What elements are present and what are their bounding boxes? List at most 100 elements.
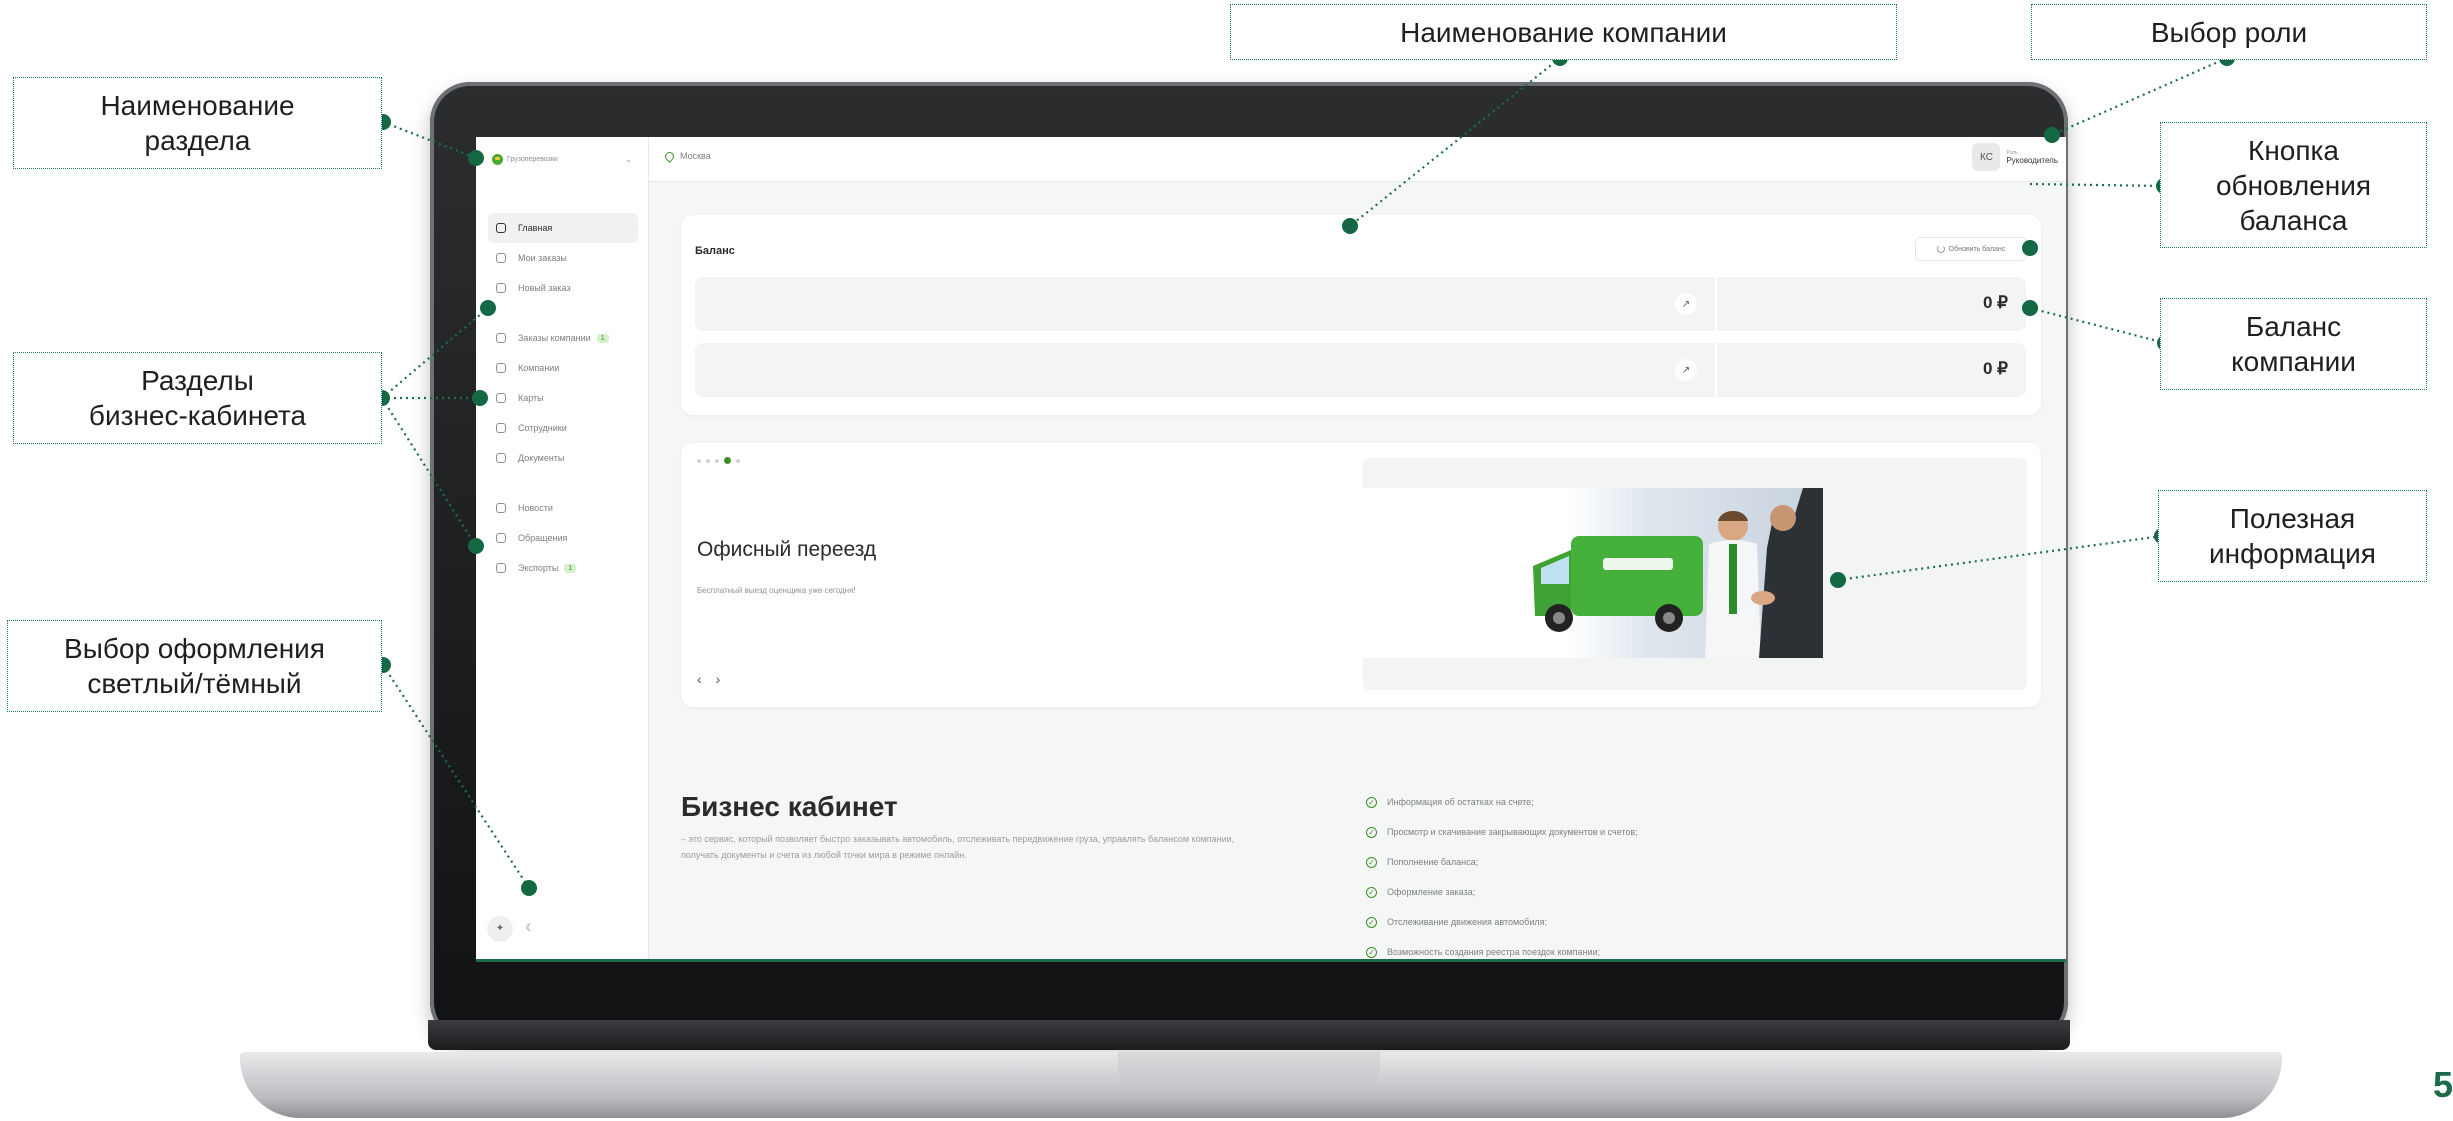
feature-text: Просмотр и скачивание закрывающих докуме…	[1387, 827, 1638, 837]
brand-name: Грузоперевозки	[507, 155, 558, 163]
sidebar-item-label: Экспорты	[518, 563, 559, 573]
promo-subtitle: Бесплатный выезд оценщика уже сегодня!	[697, 586, 856, 595]
sidebar-item-documents[interactable]: Документы	[488, 443, 638, 473]
business-description: – это сервис, который позволяет быстро з…	[681, 834, 1235, 860]
divider	[1715, 277, 1717, 331]
external-link-icon[interactable]: ↗	[1675, 359, 1697, 381]
refresh-balance-button[interactable]: Обновить баланс	[1915, 237, 2027, 261]
balance-amount: 0 ₽	[1983, 293, 2008, 312]
check-icon: ✓	[1366, 946, 1377, 958]
balance-row: ↗ 0 ₽	[695, 277, 2026, 331]
city-selector[interactable]: Москва	[663, 149, 711, 163]
sidebar-item-new-order[interactable]: Новый заказ	[488, 273, 638, 303]
documents-icon	[496, 453, 506, 463]
check-icon: ✓	[1366, 856, 1377, 868]
balance-row: ↗ 0 ₽	[695, 343, 2026, 397]
carousel-dot[interactable]	[715, 458, 719, 463]
sidebar-item-label: Новости	[518, 503, 553, 513]
sidebar-item-companies[interactable]: Компании	[488, 353, 638, 383]
employees-icon	[496, 423, 506, 433]
callout-refresh-button: Кнопка обновления баланса	[2160, 122, 2427, 248]
sidebar-item-my-orders[interactable]: Мои заказы	[488, 243, 638, 273]
top-bar: Москва КС Роль Руководитель	[649, 137, 2066, 182]
feature-text: Отслеживание движения автомобиля;	[1387, 917, 1547, 927]
list-item: ✓ Отслеживание движения автомобиля;	[1366, 907, 1966, 937]
callout-section-name: Наименование раздела	[13, 77, 382, 169]
callout-text: Наименование	[100, 90, 295, 121]
external-link-icon[interactable]: ↗	[1675, 293, 1697, 315]
sidebar-item-requests[interactable]: Обращения	[488, 523, 638, 553]
check-icon: ✓	[1366, 796, 1377, 808]
city-name: Москва	[680, 151, 711, 161]
role-text: Роль Руководитель	[2006, 150, 2058, 165]
callout-role-select: Выбор роли	[2031, 4, 2427, 60]
light-theme-icon[interactable]: ✦	[488, 916, 512, 940]
cards-icon	[496, 393, 506, 403]
role-name: Руководитель	[2006, 155, 2058, 165]
carousel-dot-active[interactable]	[724, 457, 731, 464]
balance-title: Баланс	[695, 245, 735, 257]
home-icon	[496, 223, 506, 233]
sidebar-item-company-orders[interactable]: Заказы компании 1	[488, 323, 638, 353]
carousel-dot[interactable]	[697, 458, 701, 463]
sidebar-item-label: Сотрудники	[518, 423, 567, 433]
role-selector[interactable]: КС Роль Руководитель	[1972, 143, 2058, 171]
list-item: ✓ Пополнение баланса;	[1366, 847, 1966, 877]
check-icon: ✓	[1366, 826, 1377, 838]
sidebar-item-label: Документы	[518, 453, 565, 463]
carousel-dot[interactable]	[706, 458, 710, 463]
companies-icon	[496, 363, 506, 373]
sidebar-item-label: Новый заказ	[518, 283, 571, 293]
callout-text: Баланс	[2245, 311, 2342, 342]
sidebar-item-label: Обращения	[518, 533, 568, 543]
callout-company-name: Наименование компании	[1230, 4, 1897, 60]
callout-useful-info: Полезная информация	[2158, 490, 2427, 582]
callout-text: Разделы	[141, 365, 254, 396]
app-screen: Грузоперевозки ⌄ Главная Мои заказы Новы…	[476, 137, 2066, 962]
company-orders-icon	[496, 333, 506, 343]
callout-theme: Выбор оформления светлый/тёмный	[7, 620, 382, 712]
laptop-hinge	[428, 1020, 2070, 1050]
count-badge: 1	[596, 333, 609, 343]
callout-text: бизнес-кабинета	[88, 400, 307, 431]
sidebar-item-label: Компании	[518, 363, 560, 373]
feature-text: Возможность создания реестра поездок ком…	[1387, 947, 1601, 957]
sidebar-item-news[interactable]: Новости	[488, 493, 638, 523]
list-item: ✓ Возможность создания реестра поездок ко…	[1366, 937, 1966, 959]
carousel-dot[interactable]	[736, 458, 740, 463]
news-icon	[496, 503, 506, 513]
sidebar-item-label: Мои заказы	[518, 253, 567, 263]
sidebar-item-employees[interactable]: Сотрудники	[488, 413, 638, 443]
next-arrow-icon[interactable]: ›	[716, 671, 721, 687]
prev-arrow-icon[interactable]: ‹	[697, 671, 702, 687]
sidebar-item-exports[interactable]: Экспорты 1	[488, 553, 638, 583]
promo-image-frame	[1363, 458, 2027, 690]
refresh-icon	[1936, 245, 1945, 253]
balance-amount: 0 ₽	[1983, 359, 2008, 378]
orders-icon	[496, 253, 506, 263]
refresh-label: Обновить баланс	[1948, 245, 2006, 253]
sidebar-item-home[interactable]: Главная	[488, 213, 638, 243]
page-number: 5	[2432, 1064, 2453, 1105]
carousel-dots	[697, 457, 740, 464]
section-selector[interactable]: Грузоперевозки ⌄	[492, 151, 632, 167]
sidebar-item-label: Карты	[518, 393, 544, 403]
list-item: ✓ Информация об остатках на счете;	[1366, 787, 1966, 817]
sidebar-item-cards[interactable]: Карты	[488, 383, 638, 413]
chevron-down-icon[interactable]: ⌄	[625, 155, 632, 164]
balance-card: Баланс Обновить баланс ↗ 0 ₽ ↗ 0 ₽	[681, 215, 2041, 415]
list-item: ✓ Просмотр и скачивание закрывающих докум…	[1366, 817, 1966, 847]
callout-text: Выбор оформления	[64, 633, 325, 664]
callout-text: компании	[2231, 346, 2356, 377]
callout-text: светлый/тёмный	[87, 668, 302, 699]
callout-text: Наименование компании	[1400, 16, 1727, 48]
carousel-nav: ‹ ›	[697, 671, 720, 687]
sidebar-item-label: Заказы компании	[518, 333, 591, 343]
feature-text: Пополнение баланса;	[1387, 857, 1479, 867]
avatar: КС	[1972, 143, 2001, 171]
list-item: ✓ Оформление заказа;	[1366, 877, 1966, 907]
requests-icon	[496, 533, 506, 543]
new-order-icon	[496, 283, 506, 293]
dark-theme-icon[interactable]: ☾	[518, 916, 542, 940]
